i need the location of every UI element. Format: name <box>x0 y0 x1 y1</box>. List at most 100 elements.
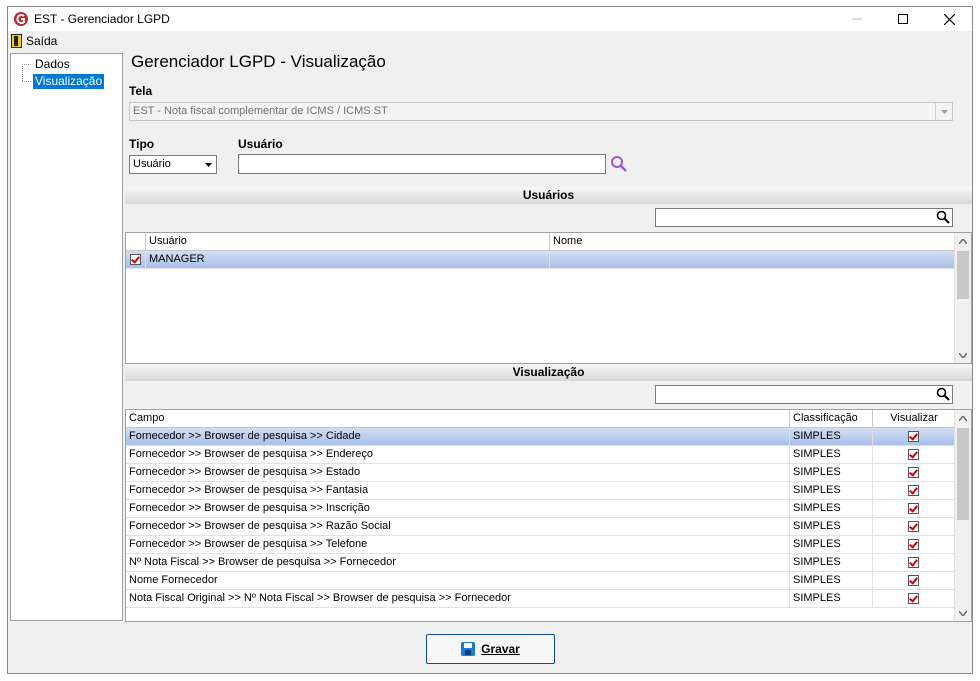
cell-classificacao: SIMPLES <box>790 428 873 445</box>
users-filter-input[interactable] <box>655 208 953 227</box>
view-grid-header: Campo Classificação Visualizar <box>126 410 971 428</box>
exit-door-icon <box>11 34 22 48</box>
users-section-header: Usuários <box>125 187 972 204</box>
header-usuario[interactable]: Usuário <box>146 233 550 250</box>
checkbox-checked-icon <box>908 574 919 586</box>
cell-visualizar-checkbox[interactable] <box>873 536 955 553</box>
chevron-down-icon <box>935 103 952 120</box>
tree-connector <box>22 64 31 65</box>
scroll-thumb[interactable] <box>957 428 969 520</box>
cell-visualizar-checkbox[interactable] <box>873 482 955 499</box>
tela-value: EST - Nota fiscal complementar de ICMS /… <box>133 105 388 117</box>
header-nome[interactable]: Nome <box>550 233 955 250</box>
cell-campo: Fornecedor >> Browser de pesquisa >> Fan… <box>126 482 790 499</box>
table-row[interactable]: Nota Fiscal Original >> Nº Nota Fiscal >… <box>126 590 955 608</box>
search-icon[interactable] <box>936 387 950 401</box>
cell-visualizar-checkbox[interactable] <box>873 518 955 535</box>
menu-bar: Saída <box>8 31 972 50</box>
checkbox-checked-icon <box>908 502 919 514</box>
tipo-label: Tipo <box>129 137 155 151</box>
cell-visualizar-checkbox[interactable] <box>873 464 955 481</box>
header-check-column <box>126 233 146 250</box>
minimize-button[interactable] <box>834 7 880 31</box>
cell-visualizar-checkbox[interactable] <box>873 572 955 589</box>
scroll-down-icon[interactable] <box>955 605 971 621</box>
cell-visualizar-checkbox[interactable] <box>873 428 955 445</box>
usuario-input[interactable] <box>238 154 606 174</box>
save-button-label: Gravar <box>481 642 520 656</box>
cell-campo: Fornecedor >> Browser de pesquisa >> Ins… <box>126 500 790 517</box>
cell-classificacao: SIMPLES <box>790 464 873 481</box>
cell-visualizar-checkbox[interactable] <box>873 446 955 463</box>
cell-classificacao: SIMPLES <box>790 482 873 499</box>
cell-visualizar-checkbox[interactable] <box>873 554 955 571</box>
checkbox-checked-icon <box>908 538 919 550</box>
tree-item-dados[interactable]: Dados <box>33 57 72 72</box>
cell-classificacao: SIMPLES <box>790 536 873 553</box>
table-row[interactable]: Nº Nota Fiscal >> Browser de pesquisa >>… <box>126 554 955 572</box>
cell-campo: Nome Fornecedor <box>126 572 790 589</box>
cell-campo: Nº Nota Fiscal >> Browser de pesquisa >>… <box>126 554 790 571</box>
table-row[interactable]: Fornecedor >> Browser de pesquisa >> Cid… <box>126 428 955 446</box>
header-campo[interactable]: Campo <box>126 410 790 427</box>
checkbox-checked-icon <box>908 592 919 604</box>
tipo-select[interactable]: Usuário <box>129 155 217 174</box>
cell-usuario: MANAGER <box>146 251 550 268</box>
navigation-tree: Dados Visualização <box>10 53 123 621</box>
save-button[interactable]: Gravar <box>426 634 555 664</box>
table-row[interactable]: Fornecedor >> Browser de pesquisa >> Tel… <box>126 536 955 554</box>
cell-visualizar-checkbox[interactable] <box>873 590 955 607</box>
scroll-down-icon[interactable] <box>955 347 971 363</box>
minimize-icon <box>852 18 862 20</box>
users-grid-header: Usuário Nome <box>126 233 971 251</box>
chevron-down-icon <box>200 156 216 173</box>
cell-visualizar-checkbox[interactable] <box>873 500 955 517</box>
maximize-icon <box>898 14 908 24</box>
usuario-label: Usuário <box>238 137 283 151</box>
checkbox-checked-icon <box>908 484 919 496</box>
header-classificacao[interactable]: Classificação <box>790 410 873 427</box>
menu-exit-label: Saída <box>26 34 58 48</box>
row-checkbox[interactable] <box>126 251 146 268</box>
view-scrollbar[interactable] <box>954 410 971 621</box>
table-row[interactable]: Fornecedor >> Browser de pesquisa >> Raz… <box>126 518 955 536</box>
users-scrollbar[interactable] <box>954 233 971 363</box>
cell-campo: Fornecedor >> Browser de pesquisa >> End… <box>126 446 790 463</box>
tree-item-visualizacao[interactable]: Visualização <box>33 74 105 89</box>
table-row[interactable]: Fornecedor >> Browser de pesquisa >> Ins… <box>126 500 955 518</box>
close-button[interactable] <box>926 7 972 31</box>
cell-campo: Fornecedor >> Browser de pesquisa >> Raz… <box>126 518 790 535</box>
title-bar: EST - Gerenciador LGPD <box>8 7 972 31</box>
table-row[interactable]: Fornecedor >> Browser de pesquisa >> End… <box>126 446 955 464</box>
close-icon <box>943 13 955 25</box>
tree-connector <box>22 64 23 81</box>
view-filter-input[interactable] <box>655 385 953 404</box>
menu-exit[interactable]: Saída <box>11 33 57 49</box>
scroll-thumb[interactable] <box>957 251 969 299</box>
table-row[interactable]: Fornecedor >> Browser de pesquisa >> Est… <box>126 464 955 482</box>
app-logo-icon <box>14 12 28 26</box>
cell-classificacao: SIMPLES <box>790 590 873 607</box>
users-grid: Usuário Nome MANAGER <box>125 232 972 364</box>
scroll-up-icon[interactable] <box>955 410 971 426</box>
lookup-search-icon[interactable] <box>610 155 628 173</box>
scroll-up-icon[interactable] <box>955 233 971 249</box>
cell-classificacao: SIMPLES <box>790 518 873 535</box>
view-grid: Campo Classificação Visualizar Fornecedo… <box>125 409 972 622</box>
cell-campo: Fornecedor >> Browser de pesquisa >> Cid… <box>126 428 790 445</box>
tree-connector <box>22 81 31 82</box>
maximize-button[interactable] <box>880 7 926 31</box>
tela-label: Tela <box>129 84 153 98</box>
checkbox-checked-icon <box>908 556 919 568</box>
header-visualizar[interactable]: Visualizar <box>873 410 955 427</box>
page-title: Gerenciador LGPD - Visualização <box>131 52 386 71</box>
cell-campo: Fornecedor >> Browser de pesquisa >> Tel… <box>126 536 790 553</box>
table-row[interactable]: MANAGER <box>126 251 955 269</box>
cell-nome <box>550 251 955 268</box>
table-row[interactable]: Nome Fornecedor SIMPLES <box>126 572 955 590</box>
cell-classificacao: SIMPLES <box>790 446 873 463</box>
table-row[interactable]: Fornecedor >> Browser de pesquisa >> Fan… <box>126 482 955 500</box>
search-icon[interactable] <box>936 210 950 224</box>
tela-select[interactable]: EST - Nota fiscal complementar de ICMS /… <box>129 102 953 121</box>
cell-campo: Fornecedor >> Browser de pesquisa >> Est… <box>126 464 790 481</box>
